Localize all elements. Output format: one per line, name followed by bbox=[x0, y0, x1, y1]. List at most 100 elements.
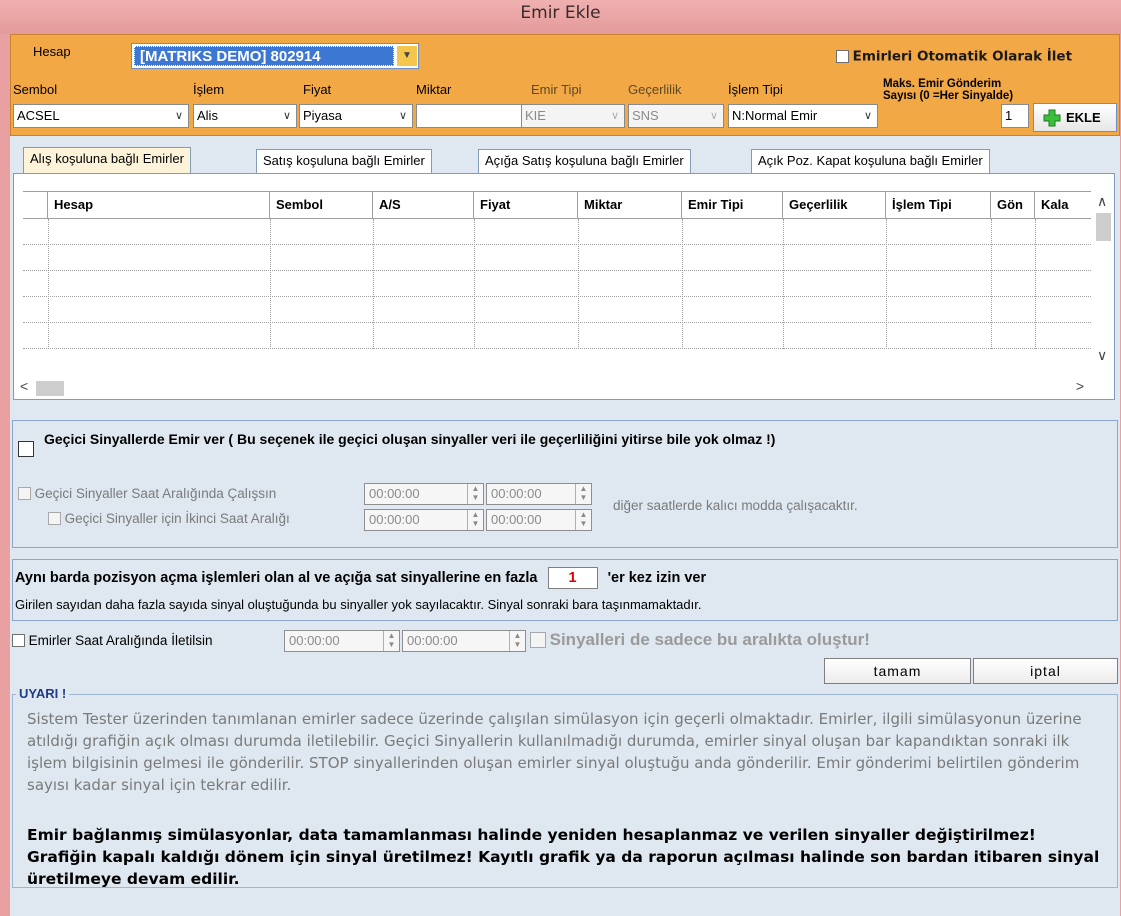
ekle-button[interactable]: EKLE bbox=[1033, 103, 1117, 132]
same-bar-note: Girilen sayıdan daha fazla sayıda sinyal… bbox=[15, 597, 702, 612]
auto-send-checkbox[interactable] bbox=[836, 50, 849, 64]
hesap-select[interactable]: [MATRIKS DEMO] 802914 ▼ bbox=[131, 43, 419, 69]
scroll-left-icon[interactable]: < bbox=[20, 378, 28, 394]
tab-alis[interactable]: Alış koşuluna bağlı Emirler bbox=[23, 147, 191, 174]
tab-satis[interactable]: Satış koşuluna bağlı Emirler bbox=[256, 149, 432, 173]
temp-signals-panel: Geçici Sinyallerde Emir ver ( Bu seçenek… bbox=[12, 420, 1118, 548]
chevron-down-icon[interactable]: ∨ bbox=[170, 105, 188, 127]
fiyat-label: Fiyat bbox=[303, 82, 332, 97]
grid-divider bbox=[578, 219, 579, 349]
vertical-scrollbar[interactable]: ∧ ∨ bbox=[1092, 191, 1114, 366]
tab-acik-poz-kapat[interactable]: Açık Poz. Kapat koşuluna bağlı Emirler bbox=[751, 149, 990, 173]
col-gecerlilik[interactable]: Geçerlilik bbox=[783, 192, 886, 218]
scroll-thumb[interactable] bbox=[1096, 213, 1111, 241]
filter-start-time[interactable]: 00:00:00 ▲ ▼ bbox=[284, 630, 400, 652]
same-bar-text-after: 'er kez izin ver bbox=[607, 570, 707, 586]
scroll-right-icon[interactable]: > bbox=[1076, 378, 1084, 394]
islem-value: Alis bbox=[197, 108, 218, 123]
spinner-icon[interactable]: ▲ ▼ bbox=[509, 631, 525, 651]
col-miktar[interactable]: Miktar bbox=[578, 192, 682, 218]
same-bar-count-input[interactable]: 1 bbox=[547, 567, 598, 589]
scroll-thumb[interactable] bbox=[36, 381, 64, 396]
emir-ekle-window: Hesap [MATRIKS DEMO] 802914 ▼ Emirleri O… bbox=[10, 34, 1120, 916]
signals-in-range-checkbox[interactable] bbox=[530, 632, 546, 648]
second-range-toggle[interactable]: Geçici Sinyaller için İkinci Saat Aralığ… bbox=[48, 510, 290, 526]
table-row[interactable] bbox=[23, 323, 1091, 349]
spinner-icon[interactable]: ▲ ▼ bbox=[575, 510, 591, 530]
row-selector-header bbox=[23, 192, 48, 218]
auto-send-label: Emirleri Otomatik Olarak İlet bbox=[852, 48, 1073, 65]
col-as[interactable]: A/S bbox=[373, 192, 474, 218]
emir-tipi-select[interactable]: KIE ∨ bbox=[521, 104, 625, 128]
col-gon[interactable]: Gön bbox=[991, 192, 1035, 218]
spinner-icon[interactable]: ▲ ▼ bbox=[383, 631, 399, 651]
islem-tipi-select[interactable]: N:Normal Emir ∨ bbox=[728, 104, 878, 128]
grid-divider bbox=[682, 219, 683, 349]
chevron-down-icon[interactable]: ∨ bbox=[606, 105, 624, 127]
second-range-label: Geçici Sinyaller için İkinci Saat Aralığ… bbox=[64, 511, 290, 527]
hesap-value: [MATRIKS DEMO] 802914 bbox=[134, 46, 394, 66]
sembol-select[interactable]: ACSEL ∨ bbox=[13, 104, 189, 128]
islem-select[interactable]: Alis ∨ bbox=[193, 104, 297, 128]
plus-icon bbox=[1043, 109, 1061, 127]
time-filter-toggle[interactable]: Emirler Saat Aralığında İletilsin bbox=[12, 632, 212, 648]
emir-tipi-value: KIE bbox=[525, 108, 546, 123]
auto-send-toggle[interactable]: Emirleri Otomatik Olarak İlet bbox=[836, 48, 1072, 65]
col-fiyat[interactable]: Fiyat bbox=[474, 192, 578, 218]
same-bar-row: Aynı barda pozisyon açma işlemleri olan … bbox=[15, 567, 706, 589]
spinner-icon[interactable]: ▲ ▼ bbox=[575, 484, 591, 504]
table-row[interactable] bbox=[23, 219, 1091, 245]
temp-signals-checkbox[interactable] bbox=[18, 441, 34, 457]
second-start-time[interactable]: 00:00:00 ▲ ▼ bbox=[364, 509, 484, 531]
table-row[interactable] bbox=[23, 271, 1091, 297]
fiyat-select[interactable]: Piyasa ∨ bbox=[299, 104, 413, 128]
filter-start-value: 00:00:00 bbox=[289, 633, 340, 648]
temp-signals-toggle[interactable]: Geçici Sinyallerde Emir ver ( Bu seçenek… bbox=[18, 431, 958, 457]
grid-divider bbox=[474, 219, 475, 349]
signals-in-range-toggle[interactable]: Sinyalleri de sadece bu aralıkta oluştur… bbox=[530, 630, 870, 650]
grid-divider bbox=[1035, 219, 1036, 349]
scroll-up-icon[interactable]: ∧ bbox=[1097, 193, 1107, 210]
col-islem-tipi[interactable]: İşlem Tipi bbox=[886, 192, 991, 218]
temp-end-time[interactable]: 00:00:00 ▲ ▼ bbox=[486, 483, 592, 505]
temp-start-time[interactable]: 00:00:00 ▲ ▼ bbox=[364, 483, 484, 505]
time-range-checkbox[interactable] bbox=[18, 487, 31, 501]
islem-label: İşlem bbox=[193, 82, 225, 97]
temp-end-value: 00:00:00 bbox=[491, 486, 542, 501]
horizontal-scrollbar[interactable]: < > bbox=[14, 377, 1114, 399]
col-sembol[interactable]: Sembol bbox=[270, 192, 373, 218]
table-row[interactable] bbox=[23, 297, 1091, 323]
miktar-input[interactable] bbox=[416, 104, 526, 128]
time-filter-checkbox[interactable] bbox=[12, 634, 25, 648]
temp-start-value: 00:00:00 bbox=[369, 486, 420, 501]
gecerlilik-select[interactable]: SNS ∨ bbox=[628, 104, 724, 128]
spinner-icon[interactable]: ▲ ▼ bbox=[467, 510, 483, 530]
col-kala[interactable]: Kala bbox=[1035, 192, 1091, 218]
time-range-toggle[interactable]: Geçici Sinyaller Saat Aralığında Çalışsı… bbox=[18, 485, 276, 501]
max-send-input[interactable]: 1 bbox=[1001, 104, 1029, 128]
window-title: Emir Ekle bbox=[520, 3, 601, 23]
tab-aciga-satis[interactable]: Açığa Satış koşuluna bağlı Emirler bbox=[478, 149, 691, 173]
filter-end-time[interactable]: 00:00:00 ▲ ▼ bbox=[402, 630, 526, 652]
table-row[interactable] bbox=[23, 245, 1091, 271]
second-end-time[interactable]: 00:00:00 ▲ ▼ bbox=[486, 509, 592, 531]
gecerlilik-label: Geçerlilik bbox=[628, 82, 682, 97]
grid-divider bbox=[991, 219, 992, 349]
chevron-down-icon[interactable]: ▼ bbox=[397, 46, 417, 66]
temp-signals-label: Geçici Sinyallerde Emir ver ( Bu seçenek… bbox=[44, 431, 776, 447]
warning-divider bbox=[12, 694, 1118, 695]
second-range-checkbox[interactable] bbox=[48, 512, 61, 526]
col-hesap[interactable]: Hesap bbox=[48, 192, 270, 218]
ekle-label: EKLE bbox=[1066, 110, 1101, 125]
chevron-down-icon[interactable]: ∨ bbox=[394, 105, 412, 127]
scroll-down-icon[interactable]: ∨ bbox=[1097, 347, 1107, 364]
spinner-icon[interactable]: ▲ ▼ bbox=[467, 484, 483, 504]
chevron-down-icon[interactable]: ∨ bbox=[705, 105, 723, 127]
same-bar-panel: Aynı barda pozisyon açma işlemleri olan … bbox=[12, 559, 1118, 621]
ok-button[interactable]: tamam bbox=[824, 658, 971, 684]
chevron-down-icon[interactable]: ∨ bbox=[278, 105, 296, 127]
cancel-button[interactable]: iptal bbox=[973, 658, 1118, 684]
warning-paragraph: Sistem Tester üzerinden tanımlanan emirl… bbox=[27, 710, 1082, 794]
chevron-down-icon[interactable]: ∨ bbox=[859, 105, 877, 127]
col-emir-tipi[interactable]: Emir Tipi bbox=[682, 192, 783, 218]
